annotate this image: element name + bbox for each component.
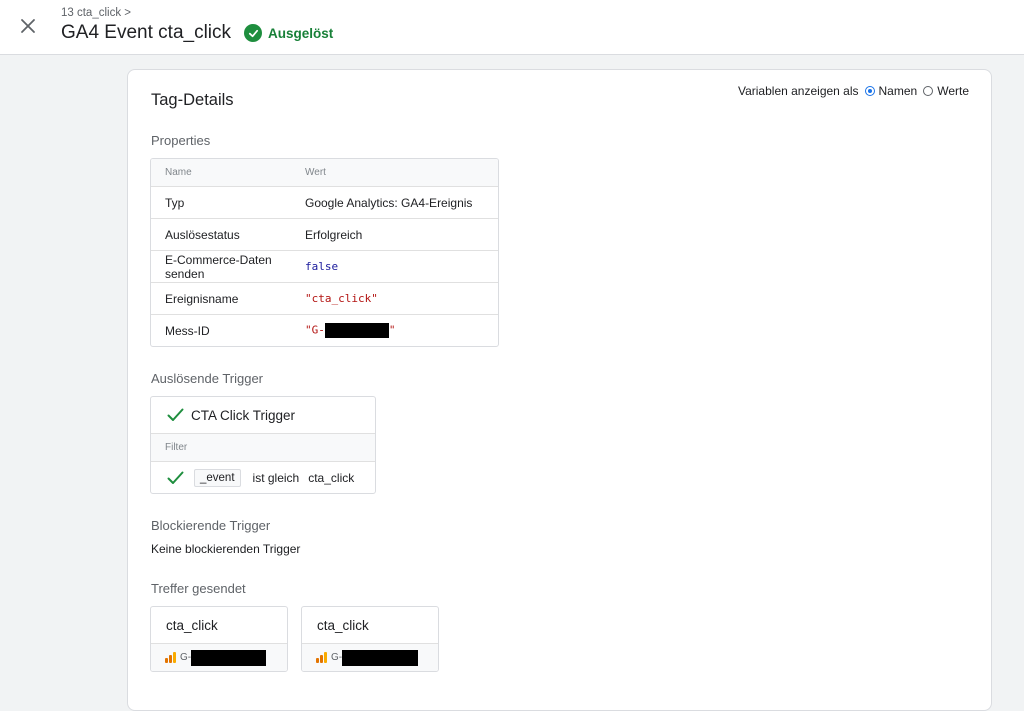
variables-display-toggle: Variablen anzeigen als Namen Werte (738, 84, 969, 98)
table-row: Auslösestatus Erfolgreich (151, 218, 498, 250)
firing-triggers-heading: Auslösende Trigger (151, 371, 264, 386)
property-name: Mess-ID (165, 323, 210, 338)
property-name: Ereignisname (165, 291, 239, 306)
property-value: "G- " (305, 323, 498, 338)
condition-variable-chip: _event (194, 468, 241, 487)
filter-label: Filter (151, 433, 375, 462)
radio-values-label[interactable]: Werte (937, 84, 969, 98)
measurement-id-prefix: "G- (305, 323, 325, 337)
trigger-header[interactable]: CTA Click Trigger (151, 397, 375, 433)
condition-value: cta_click (308, 470, 355, 485)
column-header-value: Wert (305, 167, 326, 178)
hit-id-prefix: G- (180, 652, 192, 663)
title-row: GA4 Event cta_click Ausgelöst (61, 22, 333, 44)
hit-name: cta_click (302, 607, 438, 644)
status-badge: Ausgelöst (244, 24, 333, 42)
redacted-block (324, 323, 389, 338)
property-value: Google Analytics: GA4-Ereignis (305, 195, 473, 210)
property-name: E-Commerce-Daten senden (165, 252, 272, 281)
property-value: false (305, 260, 339, 273)
properties-table: Name Wert Typ Google Analytics: GA4-Erei… (150, 158, 499, 347)
column-header-name: Name (165, 167, 192, 178)
radio-names-label[interactable]: Namen (879, 84, 918, 98)
hit-card[interactable]: cta_click G- (150, 606, 288, 672)
radio-values[interactable] (923, 86, 934, 96)
page-title: GA4 Event cta_click (61, 22, 232, 43)
card-title: Tag-Details (151, 91, 234, 109)
breadcrumb[interactable]: 13 cta_click > (61, 7, 131, 19)
variables-toggle-label: Variablen anzeigen als (737, 84, 859, 98)
property-name: Typ (165, 195, 185, 210)
table-row: Typ Google Analytics: GA4-Ereignis (151, 186, 498, 218)
condition-operator: ist gleich (252, 470, 300, 485)
top-bar: 13 cta_click > GA4 Event cta_click Ausge… (0, 0, 1024, 55)
redacted-block (191, 649, 267, 666)
status-label: Ausgelöst (268, 25, 334, 41)
filter-condition: _event ist gleich cta_click (151, 462, 375, 493)
property-value: "cta_click" (305, 292, 378, 305)
trigger-name: CTA Click Trigger (191, 407, 296, 423)
trigger-card[interactable]: CTA Click Trigger Filter _event ist glei… (150, 396, 376, 494)
measurement-id-suffix: " (388, 323, 396, 337)
check-icon (167, 408, 184, 422)
google-analytics-icon (165, 652, 176, 663)
check-circle-icon (244, 24, 263, 42)
hit-destination: G- (302, 644, 438, 671)
google-analytics-icon (316, 652, 327, 663)
table-row: Ereignisname "cta_click" (151, 282, 498, 314)
redacted-block (342, 649, 419, 666)
check-icon (167, 471, 184, 485)
tag-details-card: Tag-Details Variablen anzeigen als Namen… (127, 69, 992, 711)
close-icon[interactable] (14, 12, 42, 40)
table-header: Name Wert (151, 159, 498, 186)
hits-sent-heading: Treffer gesendet (151, 581, 246, 596)
table-row: E-Commerce-Daten senden false (151, 250, 498, 282)
blocking-triggers-heading: Blockierende Trigger (151, 518, 271, 533)
property-name: Auslösestatus (165, 227, 240, 242)
hit-id-prefix: G- (331, 652, 343, 663)
hit-card[interactable]: cta_click G- (301, 606, 439, 672)
hit-destination: G- (151, 644, 287, 671)
property-value: Erfolgreich (305, 227, 363, 242)
radio-names[interactable] (864, 86, 875, 96)
no-blocking-triggers-text: Keine blockierenden Trigger (151, 542, 301, 556)
properties-heading: Properties (151, 133, 211, 148)
hit-name: cta_click (151, 607, 287, 644)
table-row: Mess-ID "G- " (151, 314, 498, 346)
